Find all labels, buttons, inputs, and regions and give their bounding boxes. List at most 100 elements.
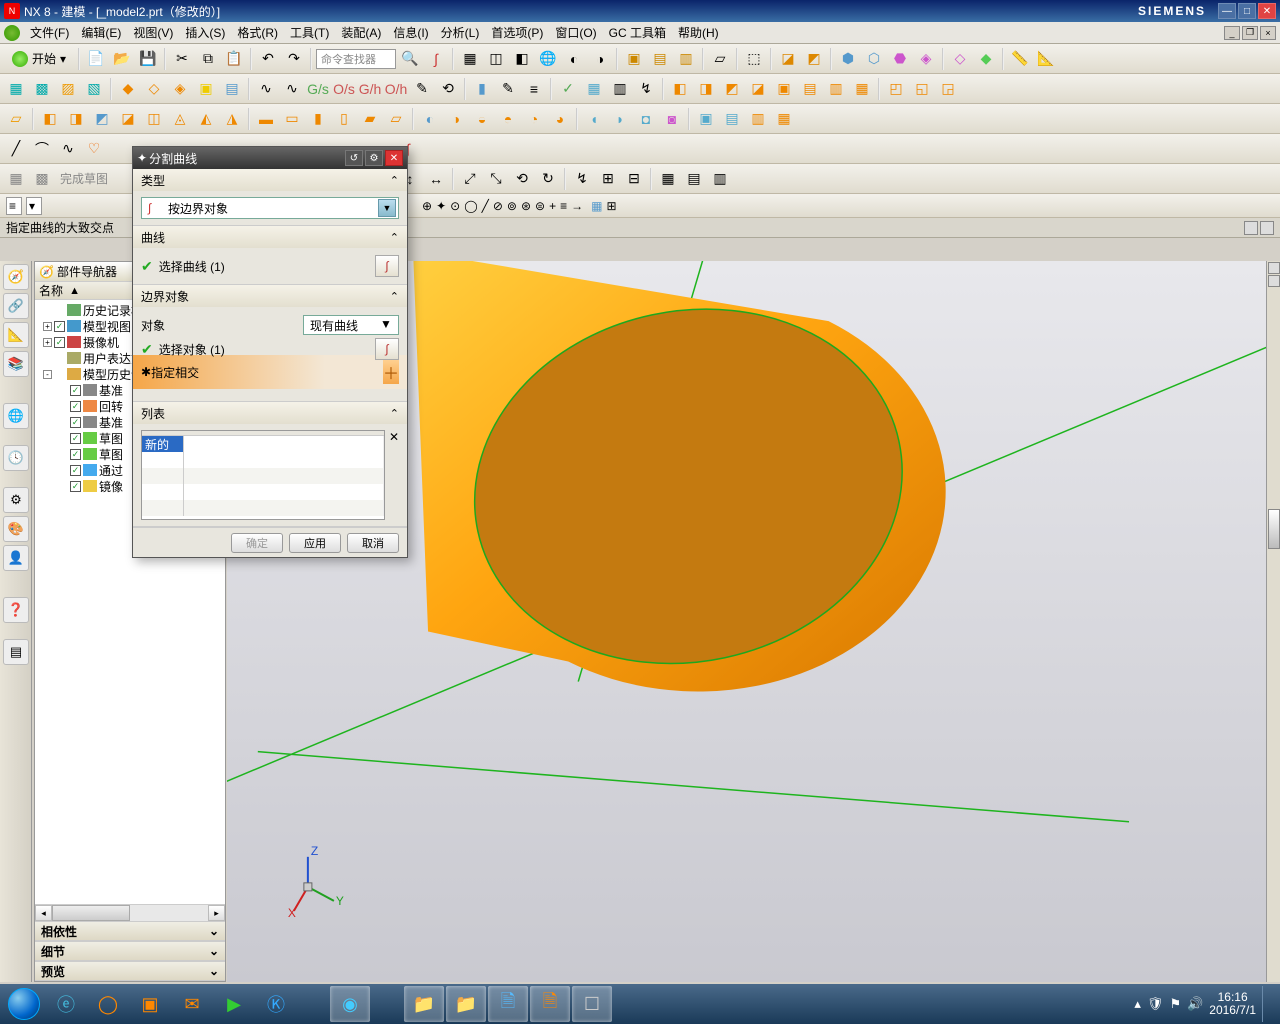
specify-point-button[interactable]: ＋ — [383, 360, 399, 384]
tool-icon[interactable]: ▨ — [56, 77, 80, 101]
tool-icon[interactable]: G/h — [358, 77, 382, 101]
sketch-icon[interactable]: ▩ — [30, 167, 54, 191]
taskbar-app-wps[interactable]: 🗎 — [488, 986, 528, 1022]
taskbar-app-iqiyi[interactable]: ▶ — [214, 986, 254, 1022]
paste-icon[interactable]: 📋 — [222, 47, 246, 71]
tool-icon[interactable]: ▥ — [608, 77, 632, 101]
tool-icon[interactable]: ⊞ — [596, 167, 620, 191]
line-icon[interactable]: ╱ — [4, 137, 28, 161]
tool-icon[interactable]: ◆ — [974, 47, 998, 71]
tool-icon[interactable]: ▣ — [694, 107, 718, 131]
menu-info[interactable]: 信息(I) — [387, 22, 434, 43]
sel-tool-icon[interactable]: ◯ — [464, 199, 477, 213]
tool-icon[interactable]: ▤ — [220, 77, 244, 101]
intersection-listbox[interactable]: 新的 — [141, 430, 385, 520]
minimize-button[interactable]: — — [1218, 3, 1236, 19]
tool-icon[interactable]: ◭ — [194, 107, 218, 131]
tool-icon[interactable]: G/s — [306, 77, 330, 101]
tool-icon[interactable]: ◙ — [660, 107, 684, 131]
menu-prefs[interactable]: 首选项(P) — [485, 22, 549, 43]
tool-icon[interactable]: ↯ — [570, 167, 594, 191]
tool-icon[interactable]: ≡ — [522, 77, 546, 101]
tool-icon[interactable]: ⤡ — [484, 167, 508, 191]
filter-dropdown-icon[interactable]: ≡ — [6, 197, 22, 215]
tool-icon[interactable]: 📏 — [1008, 47, 1032, 71]
tool-icon[interactable]: 🌐 — [536, 47, 560, 71]
tool-icon[interactable]: ◓ — [496, 107, 520, 131]
cmdfinder-icon[interactable]: 🔍 — [398, 47, 422, 71]
tool-icon[interactable]: ▱ — [384, 107, 408, 131]
apply-button[interactable]: 应用 — [289, 533, 341, 553]
start-orb[interactable] — [4, 986, 44, 1022]
taskbar-app-explorer[interactable]: 📁 — [446, 986, 486, 1022]
menu-view[interactable]: 视图(V) — [127, 22, 179, 43]
taskbar-app-generic[interactable]: ☐ — [572, 986, 612, 1022]
menu-edit[interactable]: 编辑(E) — [75, 22, 127, 43]
tool-icon[interactable]: ▰ — [358, 107, 382, 131]
section-details[interactable]: 细节⌄ — [35, 941, 225, 961]
tool-icon[interactable]: 📐 — [1034, 47, 1058, 71]
role-tab-icon[interactable]: 👤 — [3, 545, 29, 571]
tool-icon[interactable]: ◐ — [562, 47, 586, 71]
tool-icon[interactable]: ▣ — [622, 47, 646, 71]
tool-icon[interactable]: ◑ — [444, 107, 468, 131]
tool-icon[interactable]: ▦ — [772, 107, 796, 131]
cancel-button[interactable]: 取消 — [347, 533, 399, 553]
curve-filter-button[interactable]: ∫ — [375, 255, 399, 277]
tool-icon[interactable]: ◩ — [802, 47, 826, 71]
taskbar-app-nx[interactable]: ◉ — [330, 986, 370, 1022]
section-header-type[interactable]: 类型⌃ — [133, 169, 407, 191]
select-curve-row[interactable]: ✔ 选择曲线 (1) ∫ — [141, 254, 399, 278]
tool-icon[interactable]: ∿ — [254, 77, 278, 101]
tool-icon[interactable]: ▥ — [746, 107, 770, 131]
dropdown-arrow-icon[interactable]: ▼ — [380, 317, 396, 333]
tool-icon[interactable]: ↻ — [536, 167, 560, 191]
sel-tool-icon[interactable]: ⊛ — [521, 199, 531, 213]
tool-icon[interactable]: ⬢ — [836, 47, 860, 71]
tool-icon[interactable]: ◲ — [936, 77, 960, 101]
tool-icon[interactable]: ▭ — [280, 107, 304, 131]
tool-icon[interactable]: ⬡ — [862, 47, 886, 71]
section-header-curve[interactable]: 曲线⌃ — [133, 226, 407, 248]
section-header-boundary[interactable]: 边界对象⌃ — [133, 285, 407, 307]
ok-button[interactable]: 确定 — [231, 533, 283, 553]
taskbar-app-pdf[interactable]: 🗎 — [530, 986, 570, 1022]
tool-icon[interactable]: ▧ — [82, 77, 106, 101]
taskbar-app-kugou[interactable]: Ⓚ — [256, 986, 296, 1022]
open-icon[interactable]: 📂 — [110, 47, 134, 71]
navigator-tab-icon[interactable]: 🧭 — [3, 264, 29, 290]
taskbar-app-generic[interactable]: ✉ — [172, 986, 212, 1022]
tool-icon[interactable]: ▦ — [582, 77, 606, 101]
sel-tool-icon[interactable]: ╱ — [482, 199, 489, 213]
taskbar-app-ie[interactable]: ⓔ — [46, 986, 86, 1022]
scroll-left-icon[interactable]: ◂ — [35, 905, 52, 921]
menu-window[interactable]: 窗口(O) — [549, 22, 602, 43]
dialog-options-button[interactable]: ⚙ — [365, 150, 383, 166]
arc-icon[interactable]: ⌒ — [30, 137, 54, 161]
sketch-icon[interactable]: ▦ — [4, 167, 28, 191]
cut-icon[interactable]: ✂ — [170, 47, 194, 71]
tool-icon[interactable]: ◇ — [948, 47, 972, 71]
tray-clock[interactable]: 16:16 2016/7/1 — [1209, 991, 1256, 1017]
object-filter-button[interactable]: ∫ — [375, 338, 399, 360]
tool-icon[interactable]: ✎ — [496, 77, 520, 101]
tool-icon[interactable]: ◈ — [914, 47, 938, 71]
menu-format[interactable]: 格式(R) — [231, 22, 284, 43]
command-finder-input[interactable]: 命令查找器 — [316, 49, 396, 69]
help-tab-icon[interactable]: ❓ — [3, 597, 29, 623]
tool-icon[interactable]: ◮ — [220, 107, 244, 131]
tool-icon[interactable]: ⊟ — [622, 167, 646, 191]
tool-icon[interactable]: ◪ — [116, 107, 140, 131]
menu-insert[interactable]: 插入(S) — [179, 22, 231, 43]
redo-icon[interactable]: ↷ — [282, 47, 306, 71]
maximize-button[interactable]: □ — [1238, 3, 1256, 19]
dialog-titlebar[interactable]: ✦ 分割曲线 ↺ ⚙ ✕ — [133, 147, 407, 169]
sel-tool-icon[interactable]: ⊙ — [450, 199, 460, 213]
mdi-close-button[interactable]: × — [1260, 26, 1276, 40]
sel-tool-icon[interactable]: ✦ — [436, 199, 446, 213]
tool-icon[interactable]: ⟲ — [510, 167, 534, 191]
tool-icon[interactable]: ✎ — [410, 77, 434, 101]
shape-icon[interactable]: ♡ — [82, 137, 106, 161]
taskbar-app-generic[interactable]: ▣ — [130, 986, 170, 1022]
viewport-scroll-thumb[interactable] — [1268, 509, 1280, 549]
